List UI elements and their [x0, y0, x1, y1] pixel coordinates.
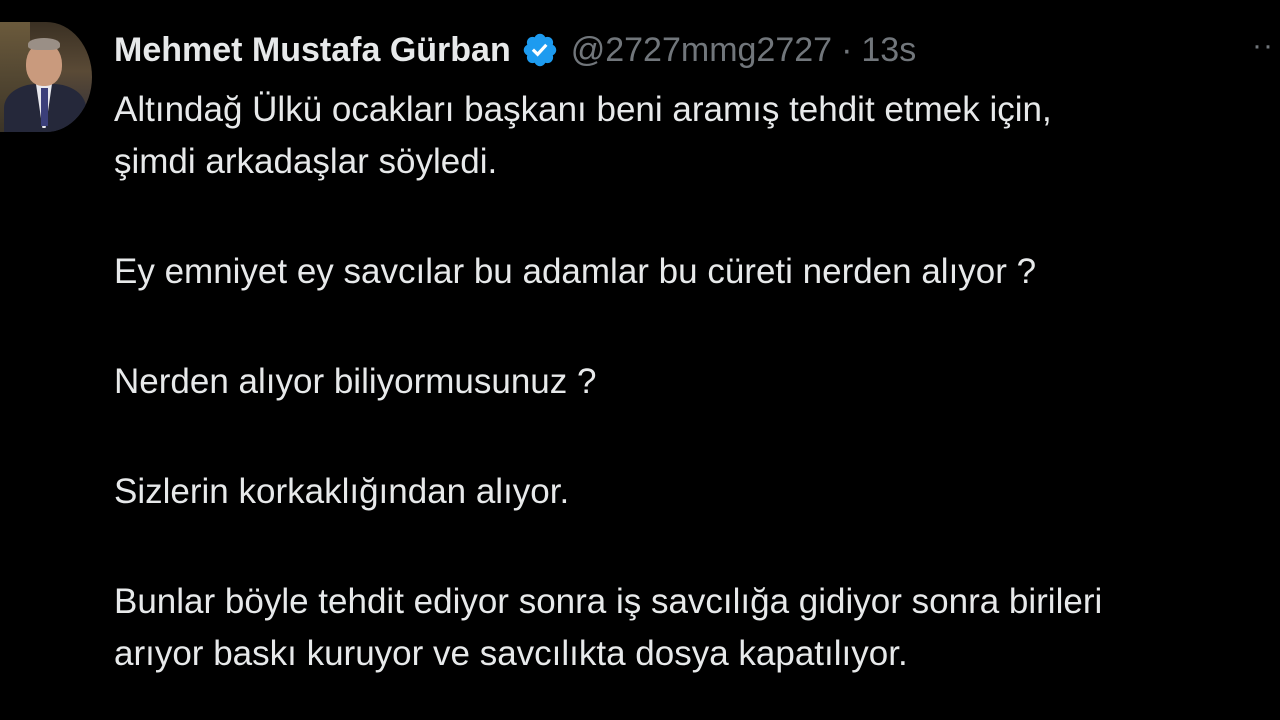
- tweet-header: Mehmet Mustafa Gürban @2727mmg2727 · 13s: [114, 26, 916, 74]
- separator-dot: ·: [841, 30, 853, 69]
- timestamp[interactable]: 13s: [861, 31, 916, 70]
- author-name[interactable]: Mehmet Mustafa Gürban: [114, 31, 511, 70]
- text-line: Sizlerin korkaklığından alıyor.: [114, 472, 570, 511]
- text-line: Ey emniyet ey savcılar bu adamlar bu cür…: [114, 252, 1037, 291]
- paragraph: Altındağ Ülkü ocakları başkanı beni aram…: [114, 84, 1280, 188]
- avatar[interactable]: [0, 22, 92, 132]
- paragraph: Sizlerin korkaklığından alıyor.: [114, 466, 1280, 518]
- text-line: şimdi arkadaşlar söyledi.: [114, 142, 498, 181]
- text-line: Nerden alıyor biliyormusunuz ?: [114, 362, 597, 401]
- paragraph: Nerden alıyor biliyormusunuz ?: [114, 356, 1280, 408]
- author-handle[interactable]: @2727mmg2727: [571, 31, 832, 70]
- more-options-icon[interactable]: ··: [1252, 31, 1280, 64]
- paragraph: Bunlar böyle tehdit ediyor sonra iş savc…: [114, 576, 1280, 680]
- text-line: Bunlar böyle tehdit ediyor sonra iş savc…: [114, 582, 1103, 621]
- tweet[interactable]: Mehmet Mustafa Gürban @2727mmg2727 · 13s…: [0, 0, 1280, 720]
- text-line: Altındağ Ülkü ocakları başkanı beni aram…: [114, 90, 1052, 129]
- paragraph: Ey emniyet ey savcılar bu adamlar bu cür…: [114, 246, 1280, 298]
- text-line: arıyor baskı kuruyor ve savcılıkta dosya…: [114, 634, 908, 673]
- verified-badge-icon[interactable]: [521, 31, 559, 69]
- tweet-text: Altındağ Ülkü ocakları başkanı beni aram…: [114, 84, 1280, 714]
